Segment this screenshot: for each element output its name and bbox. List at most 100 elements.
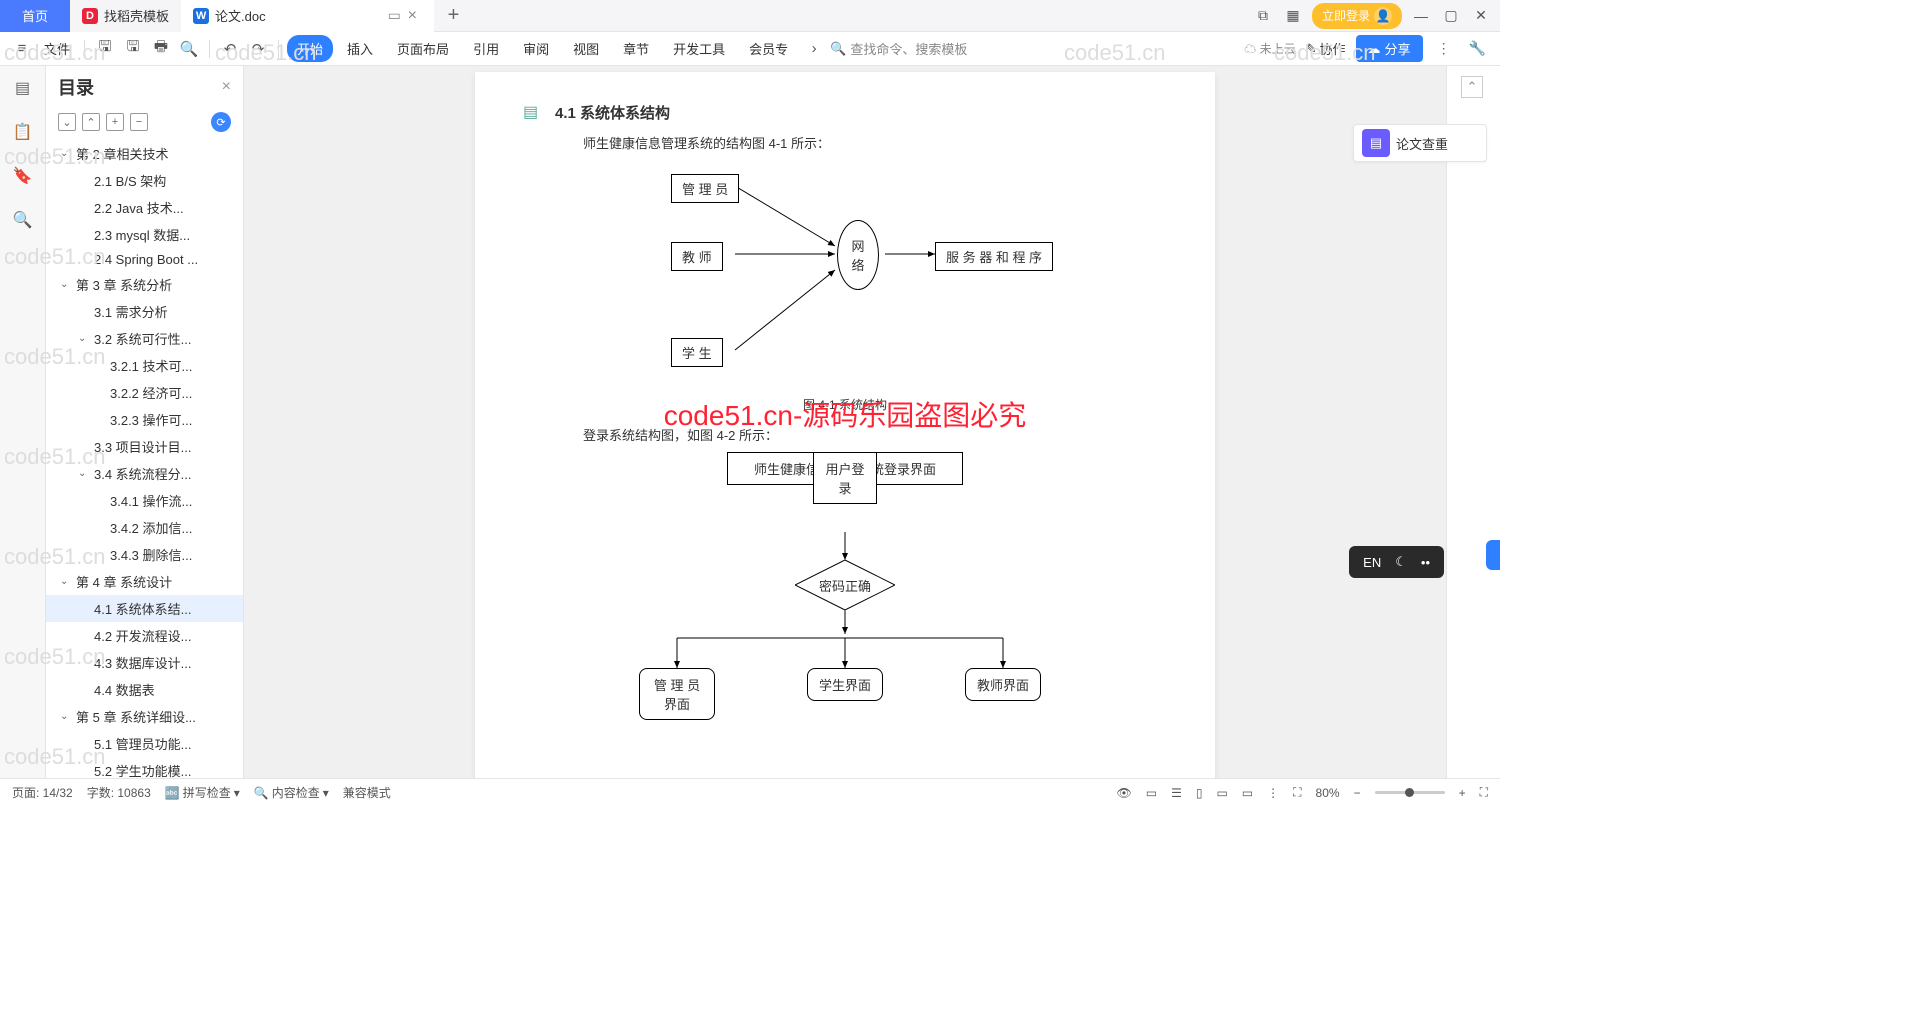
toc-item[interactable]: ⌄2.1 B/S 架构	[46, 167, 243, 194]
view-print-icon[interactable]: ▭	[1242, 786, 1253, 800]
toc-item[interactable]: ⌄3.1 需求分析	[46, 298, 243, 325]
more-icon[interactable]: ›	[802, 37, 826, 61]
flow-node-password-check: 密码正确	[795, 560, 895, 610]
save-as-icon[interactable]: 🖫	[121, 37, 145, 61]
toc-item[interactable]: ⌄4.3 数据库设计...	[46, 649, 243, 676]
toc-item[interactable]: ⌄第 5 章 系统详细设...	[46, 703, 243, 730]
layout-icon[interactable]: ⧉	[1252, 5, 1274, 27]
view-outline-icon[interactable]: ☰	[1171, 786, 1182, 800]
document-area[interactable]: ▤ 4.1 系统体系结构 师生健康信息管理系统的结构图 4-1 所示： 管 理 …	[244, 66, 1446, 778]
diagram-4-1: 管 理 员 教 师 学 生 网络 服 务 器 和 程 序	[555, 160, 1135, 390]
zoom-out-button[interactable]: −	[1354, 786, 1361, 800]
outline-settings-icon[interactable]: ⟳	[211, 112, 231, 132]
print-icon[interactable]: 🖶	[149, 37, 173, 61]
table-of-contents[interactable]: ⌄第 2 章相关技术⌄2.1 B/S 架构⌄2.2 Java 技术...⌄2.3…	[46, 140, 243, 778]
preview-icon[interactable]: 🔍	[177, 37, 201, 61]
tab-devtools[interactable]: 开发工具	[663, 35, 735, 62]
view-page-icon[interactable]: ▭	[1146, 786, 1157, 800]
collaborate-button[interactable]: ✎ 协作	[1306, 39, 1346, 58]
tab-layout[interactable]: 页面布局	[387, 35, 459, 62]
tab-chapter[interactable]: 章节	[613, 35, 659, 62]
tab-insert[interactable]: 插入	[337, 35, 383, 62]
clipboard-icon[interactable]: 📋	[11, 120, 35, 144]
spell-check[interactable]: 🔤 拼写检查 ▾	[165, 784, 240, 801]
remove-heading-icon[interactable]: −	[130, 113, 148, 131]
new-tab-button[interactable]: +	[434, 0, 474, 32]
tab-review[interactable]: 审阅	[513, 35, 559, 62]
tab-member[interactable]: 会员专	[739, 35, 798, 62]
view-web-icon[interactable]: ▭	[1216, 786, 1227, 800]
tab-view[interactable]: 视图	[563, 35, 609, 62]
cloud-status[interactable]: ☁ 未上云	[1244, 40, 1295, 57]
close-tab-icon[interactable]: ×	[408, 7, 422, 25]
collapse-panel-icon[interactable]: ⌃	[1461, 76, 1483, 98]
file-menu[interactable]: 文件	[38, 39, 76, 58]
toc-item[interactable]: ⌄第 2 章相关技术	[46, 140, 243, 167]
content-check[interactable]: 🔍 内容检查 ▾	[254, 784, 329, 801]
toc-item[interactable]: ⌄第 4 章 系统设计	[46, 568, 243, 595]
outline-toggle-icon[interactable]: ▤	[11, 76, 35, 100]
add-heading-icon[interactable]: +	[106, 113, 124, 131]
toc-item[interactable]: ⌄5.2 学生功能模...	[46, 757, 243, 778]
expand-all-icon[interactable]: ⌃	[82, 113, 100, 131]
undo-icon[interactable]: ↶	[218, 37, 242, 61]
side-handle[interactable]	[1486, 540, 1500, 570]
zoom-slider[interactable]	[1375, 791, 1445, 794]
moon-icon: ☾	[1395, 554, 1407, 570]
toc-item[interactable]: ⌄3.2.3 操作可...	[46, 406, 243, 433]
more-views-icon[interactable]: ⋮	[1267, 786, 1279, 800]
minimize-button[interactable]: —	[1410, 5, 1432, 27]
zoom-label[interactable]: 80%	[1316, 786, 1340, 800]
apps-icon[interactable]: ▦	[1282, 5, 1304, 27]
toc-item[interactable]: ⌄3.4.1 操作流...	[46, 487, 243, 514]
toc-item[interactable]: ⌄3.2.2 经济可...	[46, 379, 243, 406]
toc-item[interactable]: ⌄4.2 开发流程设...	[46, 622, 243, 649]
tab-document-active[interactable]: W 论文.doc ▭ ×	[181, 0, 434, 32]
zoom-in-button[interactable]: +	[1459, 786, 1466, 800]
compat-mode[interactable]: 兼容模式	[343, 784, 391, 801]
toc-item[interactable]: ⌄3.2 系统可行性...	[46, 325, 243, 352]
toc-item[interactable]: ⌄第 3 章 系统分析	[46, 271, 243, 298]
ime-indicator[interactable]: EN ☾ ••	[1349, 546, 1444, 578]
redo-icon[interactable]: ↷	[246, 37, 270, 61]
kebab-icon[interactable]: ⋮	[1433, 40, 1455, 57]
fullscreen-icon[interactable]: ⛶	[1480, 785, 1488, 800]
toc-item[interactable]: ⌄5.1 管理员功能...	[46, 730, 243, 757]
tab-start[interactable]: 开始	[287, 35, 333, 62]
toc-item[interactable]: ⌄3.2.1 技术可...	[46, 352, 243, 379]
tab-home[interactable]: 首页	[0, 0, 70, 32]
toc-label: 第 4 章 系统设计	[76, 572, 172, 591]
search-rail-icon[interactable]: 🔍	[11, 208, 35, 232]
share-button[interactable]: ☁ 分享	[1356, 35, 1423, 62]
flow-node-user-login: 用户登录	[813, 452, 877, 504]
collapse-all-icon[interactable]: ⌄	[58, 113, 76, 131]
hamburger-icon[interactable]: ≡	[10, 37, 34, 61]
eye-icon[interactable]: 👁	[1116, 786, 1131, 800]
status-page[interactable]: 页面: 14/32	[12, 784, 73, 801]
command-search[interactable]: 🔍 查找命令、搜索模板	[830, 39, 967, 58]
tab-docao-template[interactable]: D 找稻壳模板	[70, 0, 181, 32]
view-read-icon[interactable]: ▯	[1196, 786, 1203, 800]
toc-item[interactable]: ⌄4.1 系统体系结...	[46, 595, 243, 622]
zoom-fit-icon[interactable]: ⛶	[1293, 785, 1301, 800]
toc-item[interactable]: ⌄3.3 项目设计目...	[46, 433, 243, 460]
bookmark-icon[interactable]: 🔖	[11, 164, 35, 188]
save-icon[interactable]: 🖫	[93, 37, 117, 61]
toc-item[interactable]: ⌄4.4 数据表	[46, 676, 243, 703]
close-window-button[interactable]: ✕	[1470, 5, 1492, 27]
toc-item[interactable]: ⌄2.3 mysql 数据...	[46, 221, 243, 248]
toc-item[interactable]: ⌄3.4 系统流程分...	[46, 460, 243, 487]
toc-item[interactable]: ⌄3.4.3 删除信...	[46, 541, 243, 568]
toc-item[interactable]: ⌄2.2 Java 技术...	[46, 194, 243, 221]
close-panel-icon[interactable]: ×	[222, 78, 231, 96]
search-icon: 🔍	[830, 41, 846, 57]
maximize-button[interactable]: ▢	[1440, 5, 1462, 27]
login-button[interactable]: 立即登录 👤	[1312, 3, 1402, 29]
tab-reference[interactable]: 引用	[463, 35, 509, 62]
plagiarism-check-card[interactable]: ▤ 论文查重	[1353, 124, 1487, 162]
wrench-icon[interactable]: 🔧	[1465, 40, 1490, 57]
status-wordcount[interactable]: 字数: 10863	[87, 784, 151, 801]
projector-icon[interactable]: ▭	[388, 7, 402, 24]
toc-item[interactable]: ⌄3.4.2 添加信...	[46, 514, 243, 541]
toc-item[interactable]: ⌄2.4 Spring Boot ...	[46, 248, 243, 271]
